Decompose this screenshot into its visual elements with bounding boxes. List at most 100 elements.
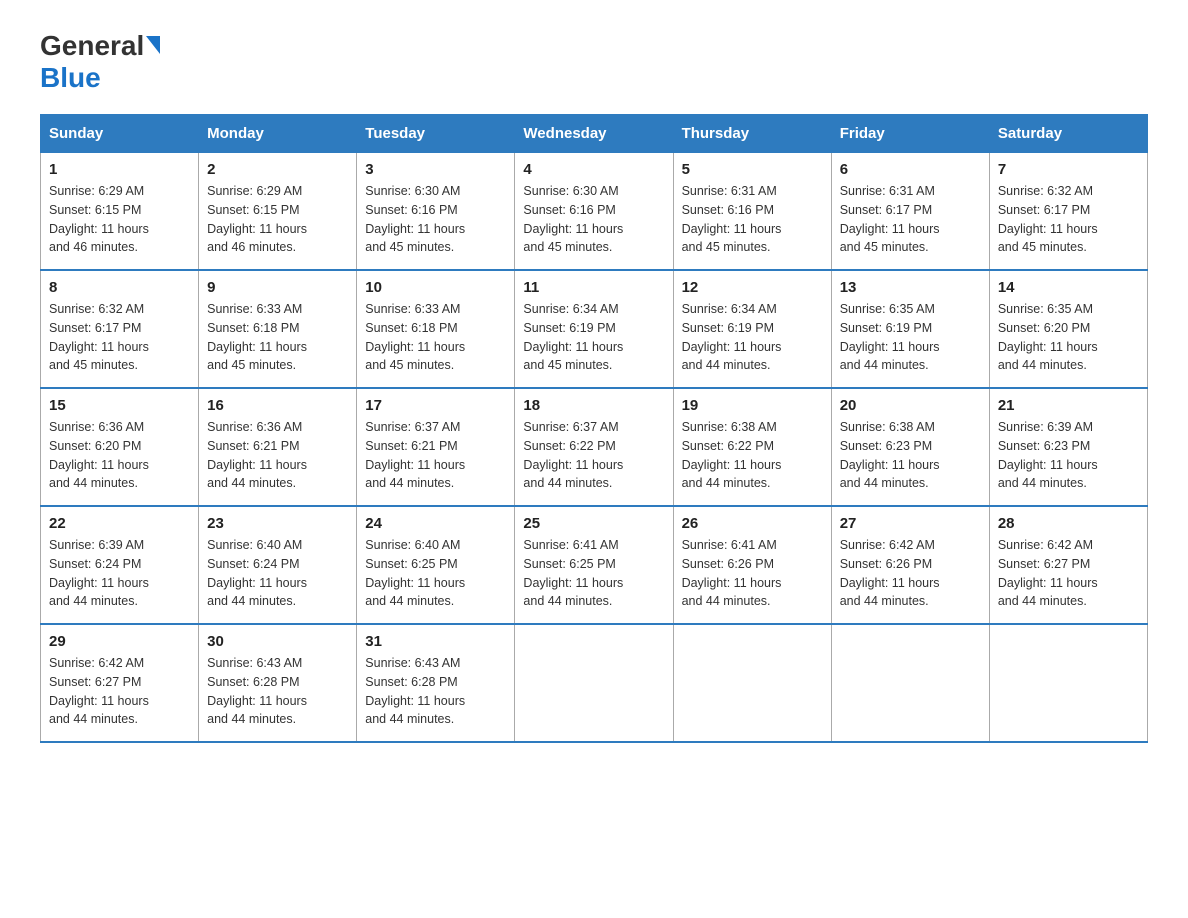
day-info: Sunrise: 6:33 AMSunset: 6:18 PMDaylight:… [207,300,348,375]
day-info: Sunrise: 6:42 AMSunset: 6:26 PMDaylight:… [840,536,981,611]
day-number: 20 [840,397,981,414]
header-day-saturday: Saturday [989,115,1147,153]
week-row-4: 22 Sunrise: 6:39 AMSunset: 6:24 PMDayligh… [41,506,1148,624]
day-cell: 9 Sunrise: 6:33 AMSunset: 6:18 PMDaylight… [199,270,357,388]
day-number: 16 [207,397,348,414]
day-cell: 24Sunrise: 6:40 AMSunset: 6:25 PMDayligh… [357,506,515,624]
day-number: 18 [523,397,664,414]
day-number: 14 [998,279,1139,296]
day-number: 23 [207,515,348,532]
day-cell [515,624,673,742]
day-number: 30 [207,633,348,650]
day-cell: 18 Sunrise: 6:37 AMSunset: 6:22 PMDayligh… [515,388,673,506]
day-cell: 29Sunrise: 6:42 AMSunset: 6:27 PMDayligh… [41,624,199,742]
day-cell: 5Sunrise: 6:31 AMSunset: 6:16 PMDaylight… [673,153,831,271]
day-info: Sunrise: 6:34 AMSunset: 6:19 PMDaylight:… [523,300,664,375]
calendar-header: SundayMondayTuesdayWednesdayThursdayFrid… [41,115,1148,153]
day-info: Sunrise: 6:33 AMSunset: 6:18 PMDaylight:… [365,300,506,375]
header-day-monday: Monday [199,115,357,153]
day-info: Sunrise: 6:37 AMSunset: 6:21 PMDaylight:… [365,418,506,493]
day-cell: 7 Sunrise: 6:32 AMSunset: 6:17 PMDaylight… [989,153,1147,271]
header-row: SundayMondayTuesdayWednesdayThursdayFrid… [41,115,1148,153]
day-number: 7 [998,161,1139,178]
day-info: Sunrise: 6:37 AMSunset: 6:22 PMDaylight:… [523,418,664,493]
day-info: Sunrise: 6:30 AMSunset: 6:16 PMDaylight:… [523,182,664,257]
day-number: 31 [365,633,506,650]
day-info: Sunrise: 6:35 AMSunset: 6:20 PMDaylight:… [998,300,1139,375]
day-info: Sunrise: 6:31 AMSunset: 6:17 PMDaylight:… [840,182,981,257]
day-number: 19 [682,397,823,414]
header-day-tuesday: Tuesday [357,115,515,153]
logo-arrow-icon [146,36,160,54]
day-info: Sunrise: 6:32 AMSunset: 6:17 PMDaylight:… [998,182,1139,257]
day-number: 11 [523,279,664,296]
day-cell: 2 Sunrise: 6:29 AMSunset: 6:15 PMDaylight… [199,153,357,271]
day-cell: 3Sunrise: 6:30 AMSunset: 6:16 PMDaylight… [357,153,515,271]
day-cell: 19 Sunrise: 6:38 AMSunset: 6:22 PMDayligh… [673,388,831,506]
day-number: 4 [523,161,664,178]
day-info: Sunrise: 6:39 AMSunset: 6:23 PMDaylight:… [998,418,1139,493]
logo: General Blue [40,30,160,94]
week-row-5: 29Sunrise: 6:42 AMSunset: 6:27 PMDayligh… [41,624,1148,742]
header-day-friday: Friday [831,115,989,153]
day-info: Sunrise: 6:38 AMSunset: 6:22 PMDaylight:… [682,418,823,493]
day-cell: 30 Sunrise: 6:43 AMSunset: 6:28 PMDayligh… [199,624,357,742]
day-info: Sunrise: 6:39 AMSunset: 6:24 PMDaylight:… [49,536,190,611]
day-cell: 17 Sunrise: 6:37 AMSunset: 6:21 PMDayligh… [357,388,515,506]
day-number: 2 [207,161,348,178]
day-cell: 12 Sunrise: 6:34 AMSunset: 6:19 PMDayligh… [673,270,831,388]
day-cell [989,624,1147,742]
day-info: Sunrise: 6:41 AMSunset: 6:26 PMDaylight:… [682,536,823,611]
day-info: Sunrise: 6:40 AMSunset: 6:25 PMDaylight:… [365,536,506,611]
header-day-sunday: Sunday [41,115,199,153]
day-cell: 23Sunrise: 6:40 AMSunset: 6:24 PMDayligh… [199,506,357,624]
day-cell: 15 Sunrise: 6:36 AMSunset: 6:20 PMDayligh… [41,388,199,506]
day-info: Sunrise: 6:29 AMSunset: 6:15 PMDaylight:… [207,182,348,257]
day-number: 21 [998,397,1139,414]
page-header: General Blue [40,30,1148,94]
day-cell: 28 Sunrise: 6:42 AMSunset: 6:27 PMDayligh… [989,506,1147,624]
day-info: Sunrise: 6:30 AMSunset: 6:16 PMDaylight:… [365,182,506,257]
day-info: Sunrise: 6:42 AMSunset: 6:27 PMDaylight:… [49,654,190,729]
day-info: Sunrise: 6:36 AMSunset: 6:21 PMDaylight:… [207,418,348,493]
day-cell: 13Sunrise: 6:35 AMSunset: 6:19 PMDayligh… [831,270,989,388]
week-row-3: 15 Sunrise: 6:36 AMSunset: 6:20 PMDayligh… [41,388,1148,506]
logo-text: General [40,30,160,62]
day-info: Sunrise: 6:42 AMSunset: 6:27 PMDaylight:… [998,536,1139,611]
day-number: 8 [49,279,190,296]
day-info: Sunrise: 6:43 AMSunset: 6:28 PMDaylight:… [365,654,506,729]
day-number: 26 [682,515,823,532]
day-info: Sunrise: 6:43 AMSunset: 6:28 PMDaylight:… [207,654,348,729]
day-info: Sunrise: 6:34 AMSunset: 6:19 PMDaylight:… [682,300,823,375]
day-cell: 31 Sunrise: 6:43 AMSunset: 6:28 PMDayligh… [357,624,515,742]
day-cell: 10 Sunrise: 6:33 AMSunset: 6:18 PMDayligh… [357,270,515,388]
day-number: 9 [207,279,348,296]
day-info: Sunrise: 6:36 AMSunset: 6:20 PMDaylight:… [49,418,190,493]
day-cell: 6 Sunrise: 6:31 AMSunset: 6:17 PMDaylight… [831,153,989,271]
day-number: 12 [682,279,823,296]
day-number: 10 [365,279,506,296]
day-cell: 25Sunrise: 6:41 AMSunset: 6:25 PMDayligh… [515,506,673,624]
day-cell [831,624,989,742]
day-cell: 8 Sunrise: 6:32 AMSunset: 6:17 PMDaylight… [41,270,199,388]
calendar-table: SundayMondayTuesdayWednesdayThursdayFrid… [40,114,1148,743]
day-number: 25 [523,515,664,532]
day-number: 1 [49,161,190,178]
logo-general-text: General [40,30,144,62]
day-info: Sunrise: 6:29 AMSunset: 6:15 PMDaylight:… [49,182,190,257]
day-cell: 21 Sunrise: 6:39 AMSunset: 6:23 PMDayligh… [989,388,1147,506]
day-cell: 16 Sunrise: 6:36 AMSunset: 6:21 PMDayligh… [199,388,357,506]
day-number: 22 [49,515,190,532]
day-number: 15 [49,397,190,414]
day-number: 27 [840,515,981,532]
day-number: 6 [840,161,981,178]
logo-blue-text: Blue [40,62,101,94]
week-row-1: 1 Sunrise: 6:29 AMSunset: 6:15 PMDaylight… [41,153,1148,271]
day-info: Sunrise: 6:32 AMSunset: 6:17 PMDaylight:… [49,300,190,375]
day-cell: 14 Sunrise: 6:35 AMSunset: 6:20 PMDayligh… [989,270,1147,388]
day-cell: 4 Sunrise: 6:30 AMSunset: 6:16 PMDaylight… [515,153,673,271]
day-number: 28 [998,515,1139,532]
week-row-2: 8 Sunrise: 6:32 AMSunset: 6:17 PMDaylight… [41,270,1148,388]
day-cell: 20Sunrise: 6:38 AMSunset: 6:23 PMDayligh… [831,388,989,506]
day-number: 17 [365,397,506,414]
